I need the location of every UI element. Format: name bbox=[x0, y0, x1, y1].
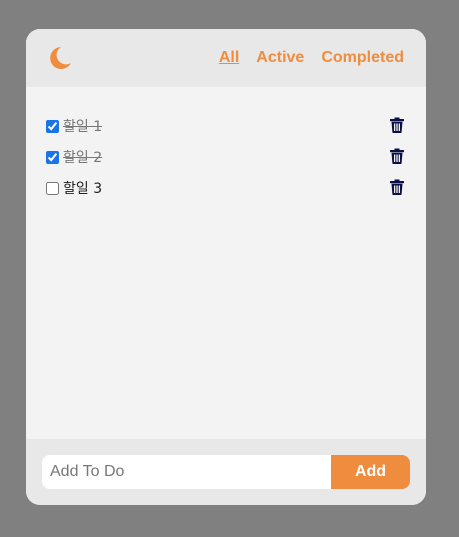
filter-bar: All Active Completed bbox=[202, 48, 404, 68]
todo-checkbox[interactable] bbox=[46, 150, 59, 164]
add-todo-form: Add bbox=[26, 439, 426, 505]
filter-completed[interactable]: Completed bbox=[321, 48, 404, 68]
todo-item: 할일 2 bbox=[46, 146, 406, 168]
trash-icon[interactable] bbox=[390, 117, 404, 133]
filter-active[interactable]: Active bbox=[256, 48, 304, 68]
todo-app-card: All Active Completed 할일 1 할일 2 할일 3 Add … bbox=[26, 29, 426, 505]
trash-icon[interactable] bbox=[390, 179, 404, 195]
todo-item: 할일 1 bbox=[46, 115, 406, 137]
todo-item: 할일 3 bbox=[46, 177, 406, 199]
add-button[interactable]: Add bbox=[331, 455, 410, 489]
todo-label: 할일 2 bbox=[63, 150, 103, 166]
todo-checkbox[interactable] bbox=[46, 119, 59, 133]
moon-icon[interactable] bbox=[45, 44, 73, 72]
trash-icon[interactable] bbox=[390, 148, 404, 164]
filter-all[interactable]: All bbox=[219, 48, 239, 68]
todo-checkbox[interactable] bbox=[46, 181, 59, 195]
header: All Active Completed bbox=[26, 29, 426, 87]
add-todo-input[interactable] bbox=[42, 455, 331, 489]
todo-label: 할일 3 bbox=[63, 181, 103, 197]
todo-label: 할일 1 bbox=[63, 119, 103, 135]
todo-list: 할일 1 할일 2 할일 3 bbox=[26, 87, 426, 439]
